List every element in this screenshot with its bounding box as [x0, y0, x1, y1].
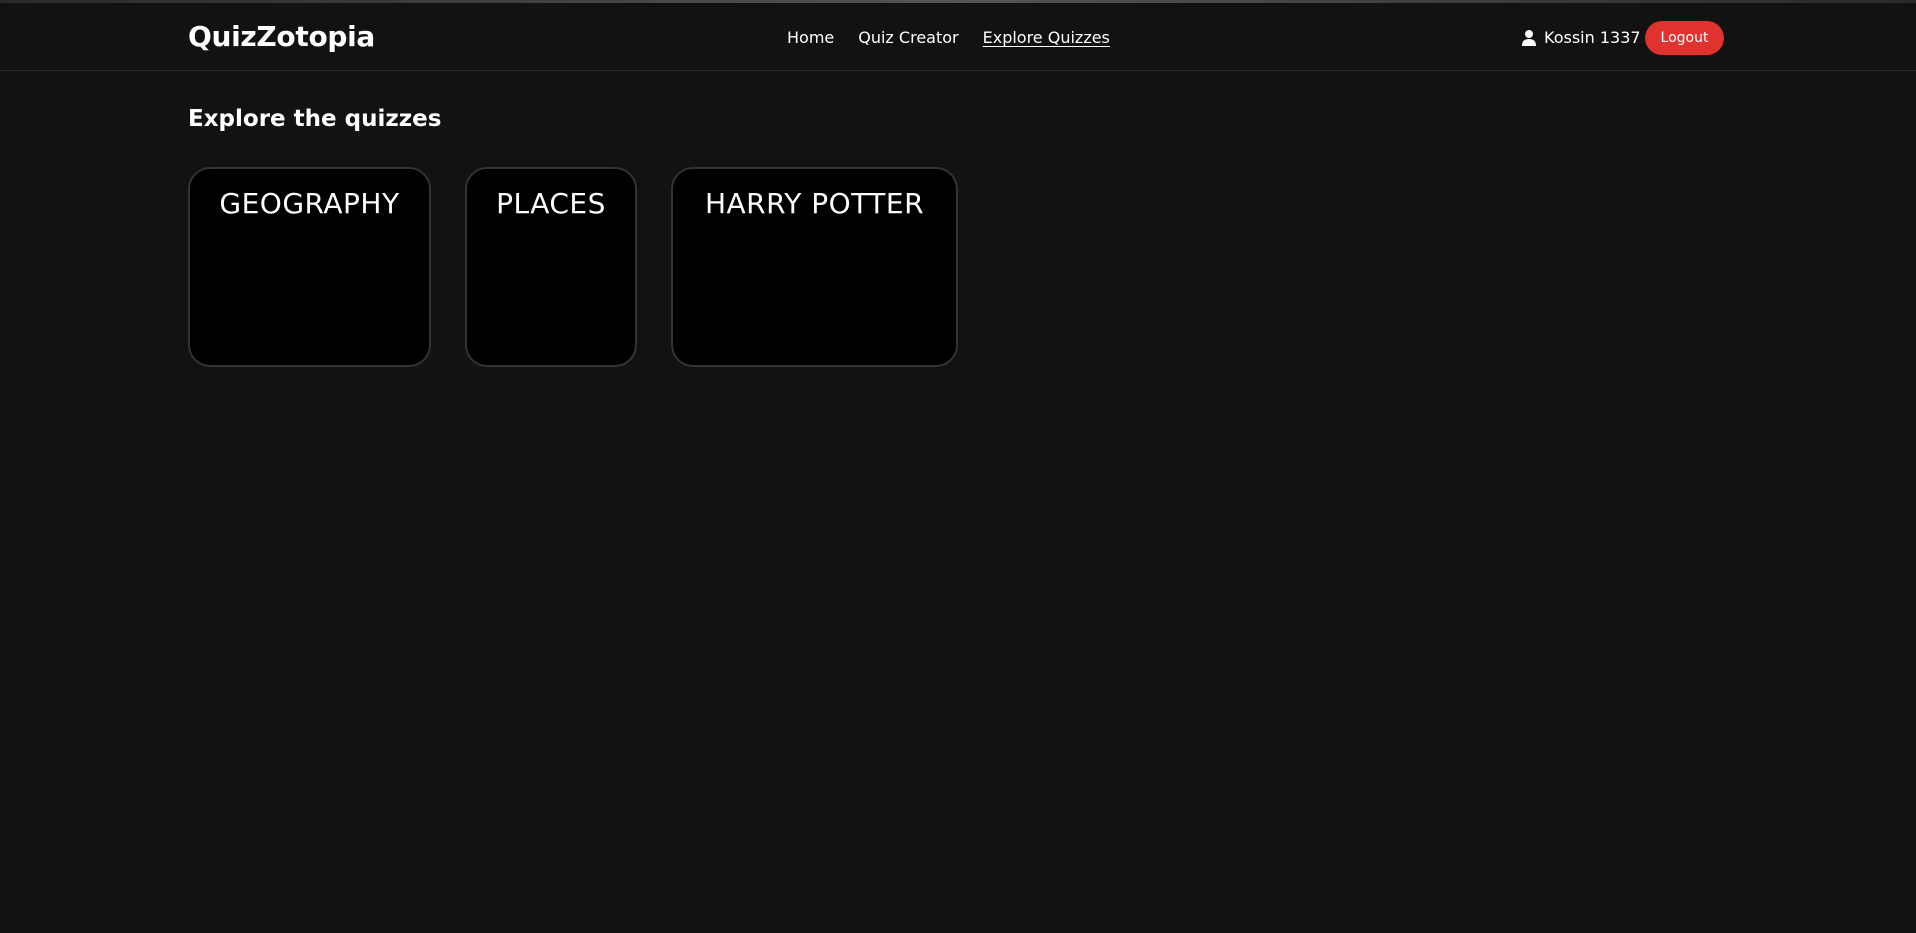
quiz-card-title: HARRY POTTER — [704, 187, 925, 220]
nav-explore-quizzes[interactable]: Explore Quizzes — [983, 28, 1110, 47]
page-title: Explore the quizzes — [188, 106, 442, 132]
logout-button[interactable]: Logout — [1645, 21, 1724, 55]
quiz-card-title: GEOGRAPHY — [219, 187, 400, 220]
quiz-card-title: PLACES — [496, 187, 606, 220]
username: Kossin 1337 — [1544, 28, 1641, 47]
nav-home[interactable]: Home — [787, 28, 834, 47]
user-info: Kossin 1337 — [1522, 28, 1641, 47]
logo[interactable]: QuizZotopia — [188, 20, 375, 53]
quiz-card-places[interactable]: PLACES — [465, 167, 637, 367]
main-nav: Home Quiz Creator Explore Quizzes — [787, 28, 1110, 47]
quiz-card-harry-potter[interactable]: HARRY POTTER — [671, 167, 958, 367]
quiz-card-geography[interactable]: GEOGRAPHY — [188, 167, 431, 367]
header: QuizZotopia Home Quiz Creator Explore Qu… — [0, 3, 1916, 71]
user-icon — [1522, 29, 1536, 46]
nav-quiz-creator[interactable]: Quiz Creator — [858, 28, 958, 47]
